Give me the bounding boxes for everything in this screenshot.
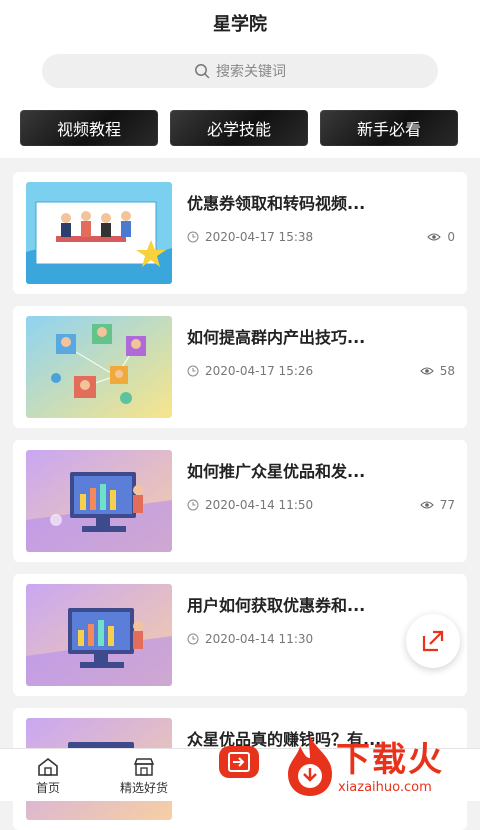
article-time: 2020-04-17 15:38 xyxy=(205,230,314,244)
view-count: 0 xyxy=(427,230,455,244)
article-thumbnail xyxy=(26,182,172,284)
tab-must-learn-skills[interactable]: 必学技能 xyxy=(170,110,308,146)
clock-icon xyxy=(187,633,199,645)
category-tabs: 视频教程 必学技能 新手必看 xyxy=(0,98,480,158)
article-thumbnail xyxy=(26,584,172,686)
view-count-value: 0 xyxy=(447,230,455,244)
view-count: 77 xyxy=(420,498,455,512)
login-icon xyxy=(219,746,259,778)
watermark-brand: 下载火 xyxy=(336,740,444,780)
article-thumbnail xyxy=(26,450,172,552)
center-action-button[interactable] xyxy=(212,739,266,785)
list-item[interactable]: 优惠券领取和转码视频... 2020-04-17 15:38 0 xyxy=(13,172,467,294)
article-title: 如何推广众星优品和发... xyxy=(187,462,366,481)
article-time: 2020-04-14 11:50 xyxy=(205,498,314,512)
nav-home-label: 首页 xyxy=(35,780,60,795)
shop-icon xyxy=(133,757,155,776)
app-header: 星学院 xyxy=(0,0,480,47)
article-time: 2020-04-14 11:30 xyxy=(205,632,314,646)
search-area: 搜索关键词 xyxy=(0,46,480,98)
article-meta: 2020-04-17 15:38 0 xyxy=(187,228,455,246)
clock-icon xyxy=(187,499,199,511)
view-count-value: 77 xyxy=(439,498,455,512)
clock-icon xyxy=(187,365,199,377)
eye-icon xyxy=(427,233,442,241)
share-fab-button[interactable] xyxy=(406,614,460,668)
watermark-url: xiazaihuo.com xyxy=(338,780,432,795)
clock-icon xyxy=(187,231,199,243)
home-icon xyxy=(38,757,58,776)
list-item[interactable]: 如何推广众星优品和发... 2020-04-14 11:50 77 xyxy=(13,440,467,562)
tab-video-tutorial[interactable]: 视频教程 xyxy=(20,110,158,146)
article-title: 如何提高群内产出技巧... xyxy=(187,328,366,347)
share-icon xyxy=(422,630,444,652)
watermark: 下载火 xiazaihuo.com xyxy=(282,732,478,800)
list-item[interactable]: 如何提高群内产出技巧... 2020-04-17 15:26 58 xyxy=(13,306,467,428)
article-title: 优惠券领取和转码视频... xyxy=(187,194,366,213)
search-placeholder: 搜索关键词 xyxy=(216,64,286,80)
page-title: 星学院 xyxy=(213,14,267,35)
flame-logo-icon xyxy=(288,736,332,796)
article-meta: 2020-04-14 11:50 77 xyxy=(187,496,455,514)
search-icon xyxy=(195,64,210,79)
article-thumbnail xyxy=(26,316,172,418)
eye-icon xyxy=(420,367,434,375)
nav-featured-goods[interactable]: 精选好货 xyxy=(104,753,184,799)
view-count-value: 58 xyxy=(439,364,455,378)
nav-featured-label: 精选好货 xyxy=(119,780,168,795)
list-item[interactable]: 用户如何获取优惠券和... 2020-04-14 11:30 xyxy=(13,574,467,696)
view-count: 58 xyxy=(420,364,455,378)
search-input[interactable]: 搜索关键词 xyxy=(42,54,438,88)
article-time: 2020-04-17 15:26 xyxy=(205,364,314,378)
article-meta: 2020-04-17 15:26 58 xyxy=(187,362,455,380)
article-title: 用户如何获取优惠券和... xyxy=(187,596,366,615)
tab-newbie-guide[interactable]: 新手必看 xyxy=(320,110,458,146)
nav-home[interactable]: 首页 xyxy=(8,753,88,799)
eye-icon xyxy=(420,501,434,509)
